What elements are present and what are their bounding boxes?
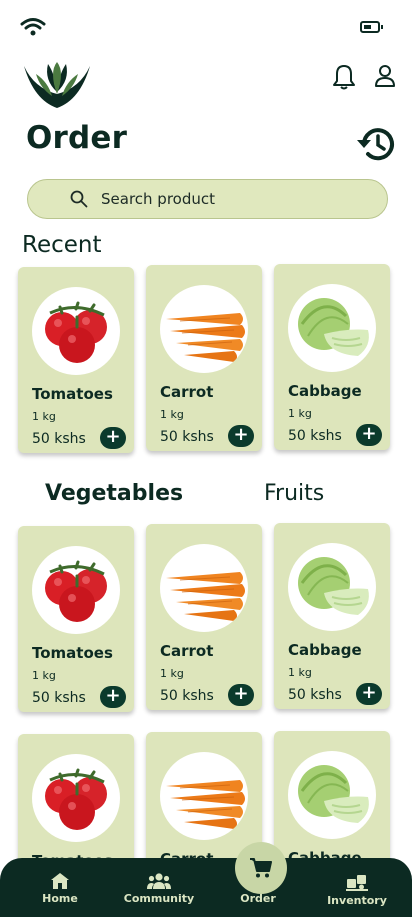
leaf-logo — [24, 62, 90, 108]
product-unit: 1 kg — [288, 666, 312, 679]
user-icon[interactable] — [373, 64, 397, 88]
product-image-tomato — [32, 287, 120, 375]
nav-inventory-label: Inventory — [327, 894, 387, 907]
product-price: 50 kshs — [32, 431, 86, 447]
community-icon — [147, 873, 171, 889]
product-name: Cabbage — [288, 641, 362, 659]
add-to-cart-button[interactable]: + — [100, 686, 126, 708]
product-price: 50 kshs — [32, 690, 86, 706]
order-button[interactable] — [235, 842, 287, 894]
add-to-cart-button[interactable]: + — [356, 683, 382, 705]
search-placeholder: Search product — [101, 190, 215, 208]
search-input[interactable]: Search product — [27, 179, 388, 219]
product-name: Carrot — [160, 642, 214, 660]
nav-community[interactable]: Community — [114, 872, 204, 905]
nav-inventory[interactable]: Inventory — [312, 872, 402, 907]
bell-icon[interactable] — [332, 64, 356, 90]
product-image-cabbage — [288, 284, 376, 372]
product-price: 50 kshs — [160, 688, 214, 704]
add-to-cart-button[interactable]: + — [228, 425, 254, 447]
product-image-cabbage — [288, 543, 376, 631]
product-unit: 1 kg — [32, 669, 56, 682]
nav-home-label: Home — [42, 892, 78, 905]
cart-icon — [250, 858, 272, 878]
product-card[interactable]: Tomatoes 1 kg 50 kshs + — [18, 526, 134, 712]
recent-section-title: Recent — [22, 232, 102, 258]
nav-order-label: Order — [240, 892, 276, 905]
product-image-carrot — [160, 752, 248, 840]
product-price: 50 kshs — [288, 687, 342, 703]
product-image-carrot — [160, 285, 248, 373]
product-price: 50 kshs — [288, 428, 342, 444]
status-bar — [0, 0, 412, 56]
add-to-cart-button[interactable]: + — [356, 424, 382, 446]
product-unit: 1 kg — [160, 408, 184, 421]
product-price: 50 kshs — [160, 429, 214, 445]
nav-order[interactable]: Order — [213, 892, 303, 905]
add-to-cart-button[interactable]: + — [100, 427, 126, 449]
product-name: Tomatoes — [32, 644, 113, 662]
tab-vegetables[interactable]: Vegetables — [45, 481, 183, 506]
history-icon[interactable] — [356, 124, 396, 164]
product-card[interactable]: Tomatoes 1 kg 50 kshs + — [18, 267, 134, 453]
product-name: Carrot — [160, 383, 214, 401]
product-image-carrot — [160, 544, 248, 632]
nav-community-label: Community — [123, 892, 195, 905]
product-unit: 1 kg — [32, 410, 56, 423]
product-unit: 1 kg — [288, 407, 312, 420]
tab-fruits[interactable]: Fruits — [264, 481, 324, 506]
bottom-nav: Home Community Order Inventory — [0, 858, 412, 917]
product-image-cabbage — [288, 751, 376, 839]
inventory-icon — [346, 875, 368, 891]
product-name: Cabbage — [288, 382, 362, 400]
product-name: Tomatoes — [32, 385, 113, 403]
add-to-cart-button[interactable]: + — [228, 684, 254, 706]
search-icon — [70, 190, 88, 208]
wifi-icon — [20, 18, 46, 36]
product-card[interactable]: Cabbage 1 kg 50 kshs + — [274, 523, 390, 709]
battery-icon — [360, 21, 383, 33]
product-image-tomato — [32, 546, 120, 634]
product-image-tomato — [32, 754, 120, 842]
product-card[interactable]: Carrot 1 kg 50 kshs + — [146, 265, 262, 451]
product-card[interactable]: Cabbage 1 kg 50 kshs + — [274, 264, 390, 450]
page-title: Order — [26, 120, 128, 156]
home-icon — [51, 873, 69, 889]
product-unit: 1 kg — [160, 667, 184, 680]
product-card[interactable]: Carrot 1 kg 50 kshs + — [146, 524, 262, 710]
nav-home[interactable]: Home — [15, 872, 105, 905]
